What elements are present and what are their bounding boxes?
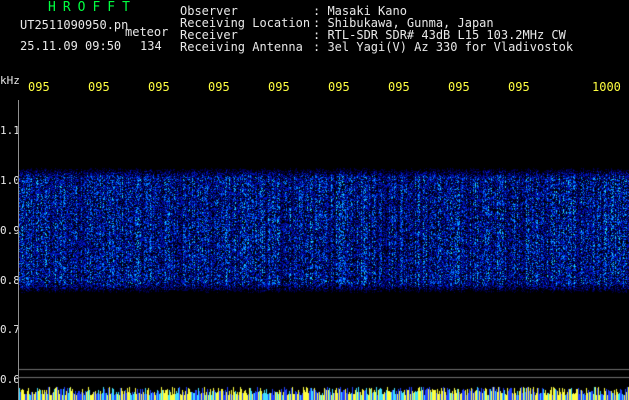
meteor-count: 134 <box>140 39 162 53</box>
y-label-1-1: 1.1 <box>0 124 20 137</box>
time-tick: 095 <box>328 80 350 94</box>
date-time: 25.11.09 09:50 <box>20 39 122 53</box>
time-tick: 095 <box>268 80 290 94</box>
hrofft-display: HROFFT UT2511090950.pn meteor 25.11.09 0… <box>0 0 629 400</box>
time-tick: 1000 <box>592 80 621 94</box>
time-tick: 095 <box>388 80 410 94</box>
app-brand: HROFFT <box>48 0 137 15</box>
antenna-value: : 3el Yagi(V) Az 330 for Vladivostok <box>313 40 574 54</box>
antenna-label: Receiving Antenna <box>180 40 303 54</box>
time-tick: 095 <box>88 80 110 94</box>
y-label-1-0: 1.0 <box>0 174 20 187</box>
y-label-0-7: 0.7 <box>0 323 20 336</box>
time-tick: 095 <box>508 80 530 94</box>
time-tick: 095 <box>208 80 230 94</box>
y-label-0-9: 0.9 <box>0 224 20 237</box>
detection-tag: meteor <box>125 25 169 39</box>
file-name: UT2511090950.pn <box>20 18 129 32</box>
y-label-0-8: 0.8 <box>0 274 20 287</box>
spectrogram <box>19 100 629 400</box>
y-label-0-6: 0.6 <box>0 373 20 386</box>
time-tick: 095 <box>148 80 170 94</box>
time-tick: 095 <box>28 80 50 94</box>
frequency-unit-label: kHz <box>0 74 20 87</box>
time-tick: 095 <box>448 80 470 94</box>
